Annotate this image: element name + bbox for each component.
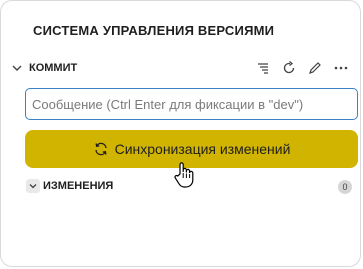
pencil-icon[interactable] bbox=[306, 59, 324, 77]
tree-view-icon[interactable] bbox=[254, 59, 272, 77]
commit-section-header[interactable]: КОММИТ bbox=[11, 62, 77, 74]
commit-actions bbox=[254, 59, 350, 77]
changes-section-header[interactable]: ИЗМЕНЕНИЯ bbox=[26, 179, 113, 193]
changes-section-label: ИЗМЕНЕНИЯ bbox=[43, 180, 114, 192]
panel-title: СИСТЕМА УПРАВЛЕНИЯ ВЕРСИЯМИ bbox=[33, 23, 275, 38]
more-icon[interactable] bbox=[332, 59, 350, 77]
hand-cursor-icon bbox=[174, 162, 194, 188]
sync-button-label: Синхронизация изменений bbox=[114, 141, 291, 157]
chevron-down-icon bbox=[12, 65, 22, 71]
commit-message-input[interactable] bbox=[25, 88, 358, 120]
sync-icon bbox=[94, 142, 107, 156]
source-control-panel: СИСТЕМА УПРАВЛЕНИЯ ВЕРСИЯМИ КОММИТ Сообщ… bbox=[0, 0, 361, 267]
commit-section-label: КОММИТ bbox=[29, 62, 78, 74]
chevron-down-icon bbox=[26, 179, 40, 193]
refresh-icon[interactable] bbox=[280, 59, 298, 77]
changes-count-badge: 0 bbox=[338, 180, 352, 194]
